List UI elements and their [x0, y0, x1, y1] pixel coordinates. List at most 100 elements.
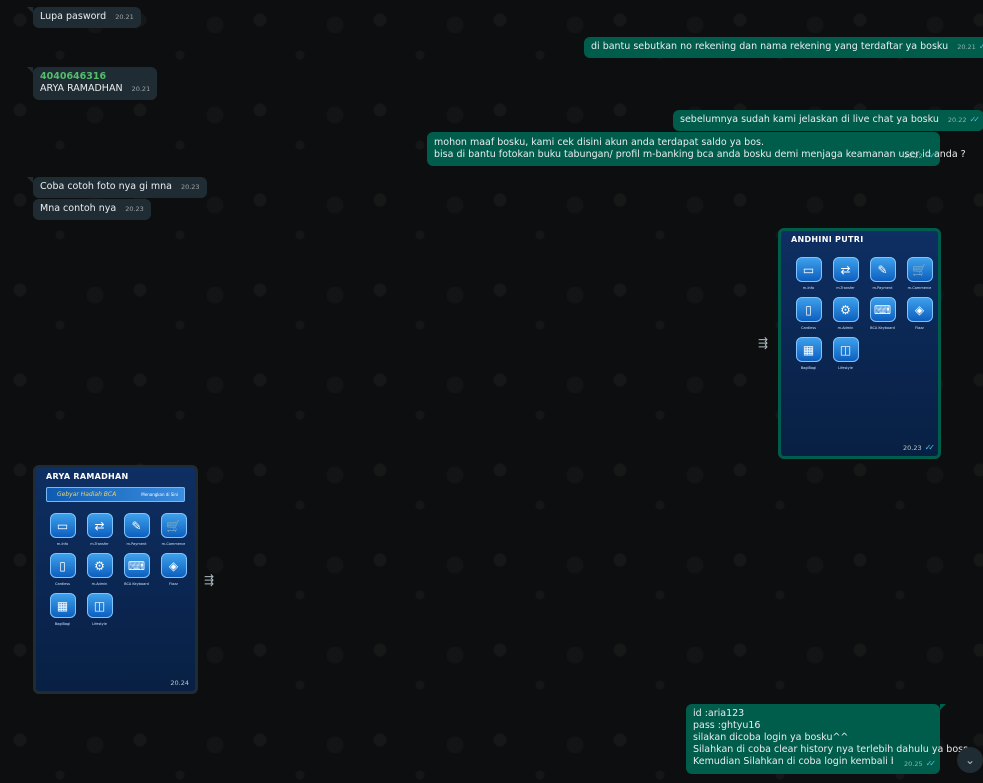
forward-icon[interactable]: ⇶ — [758, 336, 768, 350]
message-outgoing[interactable]: di bantu sebutkan no rekening dan nama r… — [584, 37, 983, 58]
message-text: Lupa pasword — [40, 11, 107, 22]
message-text: di bantu sebutkan no rekening dan nama r… — [591, 41, 949, 52]
app-tile: ◈ Flazz — [155, 553, 192, 586]
app-tile: ◫ Lifestyle — [81, 593, 118, 626]
app-tile: ⚙ m-Admin — [827, 297, 864, 330]
app-label: Flazz — [915, 326, 924, 330]
app-tile: ⌨ BCA Keyboard — [118, 553, 155, 586]
chevron-down-icon: ⌄ — [964, 753, 976, 767]
read-ticks-icon: ✓✓ — [925, 151, 937, 160]
mbanking-screenshot[interactable]: ANDHINI PUTRI ▭ m-Info ⇄ m-Transfer ✎ m-Payme… — [781, 231, 938, 456]
message-text-line: silakan dicoba login ya bosku^^ — [693, 732, 849, 743]
message-text-line: id :aria123 — [693, 708, 745, 719]
bagibagi-icon: ▦ — [795, 337, 822, 362]
card-icon: ▭ — [795, 257, 822, 282]
flazz-icon: ◈ — [906, 297, 933, 322]
app-tile: ▦ BagiBagi — [790, 337, 827, 370]
message-text-line: mohon maaf bosku, kami cek disini akun a… — [434, 137, 764, 148]
app-tile: ⇄ m-Transfer — [827, 257, 864, 290]
app-tile: ✎ m-Payment — [118, 513, 155, 546]
app-tile: ⚙ m-Admin — [81, 553, 118, 586]
message-text: Coba cotoh foto nya gi mna — [40, 181, 172, 192]
app-label: Lifestyle — [92, 622, 107, 626]
message-incoming[interactable]: Coba cotoh foto nya gi mna 20.23 — [27, 177, 207, 198]
keyboard-icon: ⌨ — [123, 553, 150, 578]
app-grid: ▭ m-Info ⇄ m-Transfer ✎ m-Payment 🛒 m-Commerce ▯… — [790, 257, 938, 370]
cart-icon: 🛒 — [160, 513, 187, 538]
app-label: m-Info — [802, 286, 815, 290]
message-outgoing[interactable]: mohon maaf bosku, kami cek disini akun a… — [427, 132, 966, 166]
app-label: m-Info — [56, 542, 69, 546]
forward-icon[interactable]: ⇶ — [204, 573, 214, 587]
transfer-icon: ⇄ — [86, 513, 113, 538]
banner-link: Menangkan di Sini — [141, 492, 178, 497]
message-time: 20.22 — [947, 116, 967, 124]
message-time: 20.23 — [180, 183, 200, 191]
payment-icon: ✎ — [869, 257, 896, 282]
message-time: 20.21 — [115, 13, 134, 21]
bagibagi-icon: ▦ — [49, 593, 76, 618]
app-label: BCA Keyboard — [124, 582, 149, 586]
app-tile: ⌨ BCA Keyboard — [864, 297, 901, 330]
account-name: ARYA RAMADHAN — [46, 472, 129, 481]
app-tile: 🛒 m-Commerce — [901, 257, 938, 290]
message-incoming[interactable]: Lupa pasword 20.21 — [27, 7, 141, 28]
card-icon: ▭ — [49, 513, 76, 538]
message-text-line: bisa di bantu fotokan buku tabungan/ pro… — [434, 149, 966, 160]
cart-icon: 🛒 — [906, 257, 933, 282]
cardless-icon: ▯ — [795, 297, 822, 322]
mbanking-screenshot[interactable]: ARYA RAMADHAN Gebyar Hadiah BCA Menangka… — [36, 468, 195, 691]
app-tile: ◫ Lifestyle — [827, 337, 864, 370]
app-label: Lifestyle — [838, 366, 853, 370]
read-ticks-icon: ✓✓ — [924, 443, 936, 452]
message-time: 20.25 — [903, 760, 923, 768]
image-message-incoming[interactable]: ARYA RAMADHAN Gebyar Hadiah BCA Menangka… — [33, 465, 198, 694]
message-outgoing[interactable]: sebelumnya sudah kami jelaskan di live c… — [673, 110, 983, 131]
app-label: m-Payment — [126, 542, 147, 546]
app-label: m-Admin — [837, 326, 854, 330]
app-tile: ⇄ m-Transfer — [81, 513, 118, 546]
message-text: sebelumnya sudah kami jelaskan di live c… — [680, 114, 939, 125]
message-text-line: Kemudian Silahkan di coba login kembali … — [693, 756, 893, 767]
sender-number[interactable]: 4040646316 — [40, 71, 150, 83]
banner-logo: Gebyar Hadiah BCA — [57, 491, 117, 498]
message-time: 20.23 — [125, 205, 144, 213]
message-time: 20.21 — [957, 43, 976, 51]
message-text: Mna contoh nya — [40, 203, 117, 214]
time-text: 20.24 — [170, 679, 189, 687]
scroll-down-button[interactable]: ⌄ — [957, 747, 983, 773]
lifestyle-icon: ◫ — [86, 593, 113, 618]
cardless-icon: ▯ — [49, 553, 76, 578]
app-label: m-Admin — [91, 582, 108, 586]
app-label: BCA Keyboard — [870, 326, 895, 330]
read-ticks-icon: ✓✓ — [925, 759, 937, 768]
transfer-icon: ⇄ — [832, 257, 859, 282]
payment-icon: ✎ — [123, 513, 150, 538]
app-label: BagiBagi — [54, 622, 71, 626]
app-label: Cardless — [55, 582, 70, 586]
message-text-line: pass :ghtyu16 — [693, 720, 761, 731]
message-text: ARYA RAMADHAN — [40, 83, 123, 94]
time-text: 20.23 — [902, 444, 922, 452]
app-label: m-Commerce — [907, 286, 932, 290]
lifestyle-icon: ◫ — [832, 337, 859, 362]
promo-banner: Gebyar Hadiah BCA Menangkan di Sini — [46, 487, 185, 502]
message-incoming[interactable]: 4040646316 ARYA RAMADHAN 20.21 — [26, 67, 158, 100]
app-label: m-Transfer — [90, 542, 109, 546]
app-tile: ▯ Cardless — [44, 553, 81, 586]
message-time: 20.23 ✓✓ — [902, 443, 936, 452]
message-time: 20.22 — [903, 152, 923, 160]
read-ticks-icon: ✓✓ — [978, 42, 983, 51]
image-message-outgoing[interactable]: ANDHINI PUTRI ▭ m-Info ⇄ m-Transfer ✎ m-Payme… — [778, 228, 941, 459]
admin-icon: ⚙ — [86, 553, 113, 578]
message-outgoing[interactable]: id :aria123 pass :ghtyu16 silakan dicoba… — [686, 704, 977, 774]
app-tile: ✎ m-Payment — [864, 257, 901, 290]
message-time: 20.21 — [131, 85, 151, 93]
app-tile: ▭ m-Info — [44, 513, 81, 546]
account-name: ANDHINI PUTRI — [791, 235, 864, 244]
message-incoming[interactable]: Mna contoh nya 20.23 — [33, 199, 151, 220]
app-label: BagiBagi — [800, 366, 817, 370]
app-tile: ▯ Cardless — [790, 297, 827, 330]
message-meta: 20.25 ✓✓ — [898, 758, 937, 770]
app-tile: ◈ Flazz — [901, 297, 938, 330]
